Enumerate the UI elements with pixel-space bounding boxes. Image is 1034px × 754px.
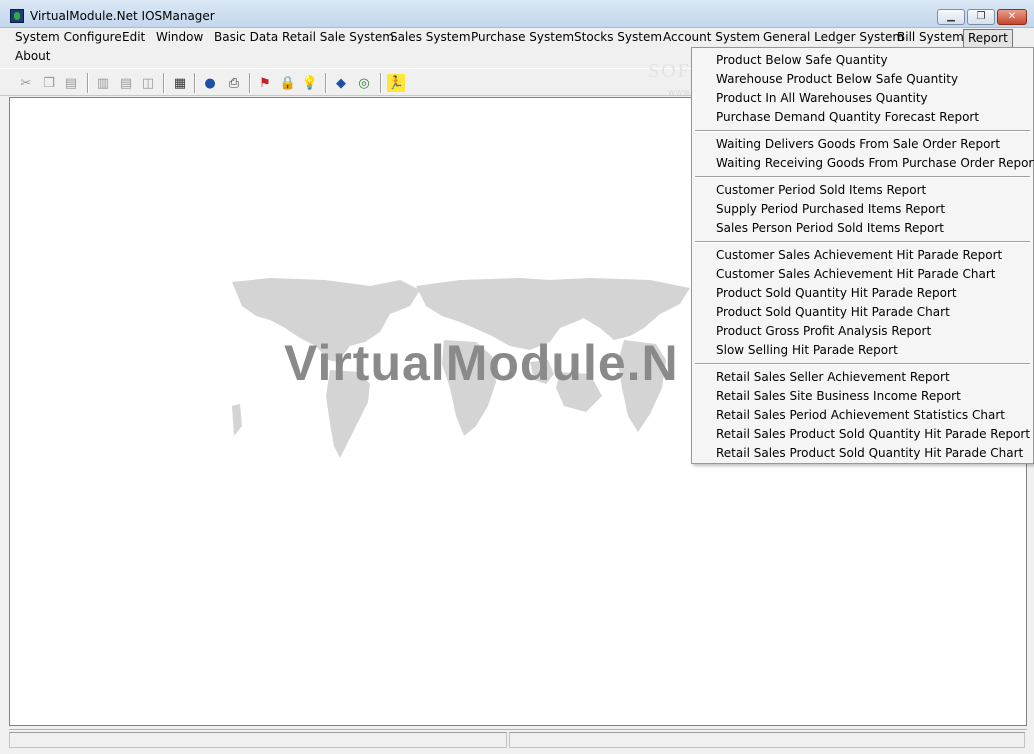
report-dropdown-menu: Product Below Safe Quantity Warehouse Pr… — [691, 47, 1034, 464]
report-item-product-sold-hit-parade-report[interactable]: Product Sold Quantity Hit Parade Report — [716, 284, 957, 303]
report-item-retail-seller-achievement[interactable]: Retail Sales Seller Achievement Report — [716, 368, 950, 387]
report-item-customer-period-sold[interactable]: Customer Period Sold Items Report — [716, 181, 926, 200]
tile-horizontal-icon[interactable]: ▤ — [117, 74, 135, 92]
app-icon — [10, 9, 24, 23]
toolbar-separator — [380, 73, 382, 93]
toolbar-separator — [163, 73, 165, 93]
minimize-button[interactable]: ▁ — [937, 9, 965, 25]
close-icon: ✕ — [1007, 11, 1017, 22]
menu-report[interactable]: Report — [963, 29, 1013, 48]
report-item-purchase-demand-forecast[interactable]: Purchase Demand Quantity Forecast Report — [716, 108, 979, 127]
menu-window[interactable]: Window — [152, 28, 207, 47]
menu-purchase-system[interactable]: Purchase System — [467, 28, 578, 47]
window-title: VirtualModule.Net IOSManager — [30, 9, 215, 23]
disc-icon[interactable]: ◎ — [355, 74, 373, 92]
tile-vertical-icon[interactable]: ◫ — [139, 74, 157, 92]
copy-icon[interactable]: ❐ — [40, 74, 58, 92]
cascade-icon[interactable]: ▥ — [94, 74, 112, 92]
menu-separator — [695, 176, 1030, 178]
status-panel-2 — [509, 732, 1025, 748]
cut-icon[interactable]: ✂ — [17, 74, 35, 92]
report-item-sales-person-period-sold[interactable]: Sales Person Period Sold Items Report — [716, 219, 944, 238]
watermark-text: VirtualModule.N — [284, 335, 679, 391]
restore-icon: ❐ — [976, 11, 986, 22]
exit-icon[interactable]: 🏃 — [387, 74, 405, 92]
menu-general-ledger-system[interactable]: General Ledger System — [759, 28, 908, 47]
report-item-waiting-delivers-goods[interactable]: Waiting Delivers Goods From Sale Order R… — [716, 135, 1000, 154]
toolbar-separator — [87, 73, 89, 93]
report-item-retail-product-hit-parade-chart[interactable]: Retail Sales Product Sold Quantity Hit P… — [716, 444, 1023, 463]
minimize-icon: ▁ — [947, 11, 955, 22]
menu-bill-system[interactable]: Bill System — [893, 28, 968, 47]
lock-icon[interactable]: 🔒 — [279, 74, 297, 92]
menu-edit[interactable]: Edit — [118, 28, 149, 47]
status-bar — [9, 729, 1027, 749]
paste-icon[interactable]: ▤ — [62, 74, 80, 92]
app-window: VirtualModule.Net IOSManager ▁ ❐ ✕ Syste… — [0, 0, 1034, 754]
report-item-slow-selling-hit-parade[interactable]: Slow Selling Hit Parade Report — [716, 341, 898, 360]
calculator-icon[interactable]: ▦ — [171, 74, 189, 92]
toolbar-separator — [325, 73, 327, 93]
close-button[interactable]: ✕ — [997, 9, 1027, 25]
menu-system-configure[interactable]: System Configure — [11, 28, 126, 47]
report-item-supply-period-purchased[interactable]: Supply Period Purchased Items Report — [716, 200, 945, 219]
report-item-retail-period-statistics-chart[interactable]: Retail Sales Period Achievement Statisti… — [716, 406, 1005, 425]
menu-separator — [695, 363, 1030, 365]
report-item-customer-hit-parade-report[interactable]: Customer Sales Achievement Hit Parade Re… — [716, 246, 1002, 265]
flag-icon[interactable]: ⚑ — [256, 74, 274, 92]
toolbar-separator — [194, 73, 196, 93]
report-item-product-gross-profit[interactable]: Product Gross Profit Analysis Report — [716, 322, 931, 341]
menu-separator — [695, 241, 1030, 243]
report-item-product-below-safe-quantity[interactable]: Product Below Safe Quantity — [716, 51, 888, 70]
report-item-product-sold-hit-parade-chart[interactable]: Product Sold Quantity Hit Parade Chart — [716, 303, 950, 322]
toolbar-separator — [249, 73, 251, 93]
report-item-customer-hit-parade-chart[interactable]: Customer Sales Achievement Hit Parade Ch… — [716, 265, 995, 284]
menu-sales-system[interactable]: Sales System — [386, 28, 475, 47]
report-item-product-in-all-warehouses-quantity[interactable]: Product In All Warehouses Quantity — [716, 89, 928, 108]
menu-basic-data[interactable]: Basic Data — [210, 28, 282, 47]
report-item-retail-site-income[interactable]: Retail Sales Site Business Income Report — [716, 387, 961, 406]
menu-separator — [695, 130, 1030, 132]
menu-stocks-system[interactable]: Stocks System — [570, 28, 666, 47]
report-item-retail-product-hit-parade-report[interactable]: Retail Sales Product Sold Quantity Hit P… — [716, 425, 1030, 444]
report-item-warehouse-product-below-safe-quantity[interactable]: Warehouse Product Below Safe Quantity — [716, 70, 958, 89]
report-item-waiting-receiving-goods[interactable]: Waiting Receiving Goods From Purchase Or… — [716, 154, 1034, 173]
maximize-button[interactable]: ❐ — [967, 9, 995, 25]
print-preview-icon[interactable]: ⎙ — [225, 74, 243, 92]
title-bar[interactable]: VirtualModule.Net IOSManager ▁ ❐ ✕ — [0, 0, 1034, 28]
lightbulb-icon[interactable]: 💡 — [301, 74, 319, 92]
globe-icon[interactable]: ● — [201, 74, 219, 92]
book-icon[interactable]: ◆ — [332, 74, 350, 92]
status-panel-1 — [9, 732, 507, 748]
menu-account-system[interactable]: Account System — [659, 28, 764, 47]
menu-retail-sale-system[interactable]: Retail Sale System — [278, 28, 398, 47]
menu-about[interactable]: About — [11, 47, 54, 66]
